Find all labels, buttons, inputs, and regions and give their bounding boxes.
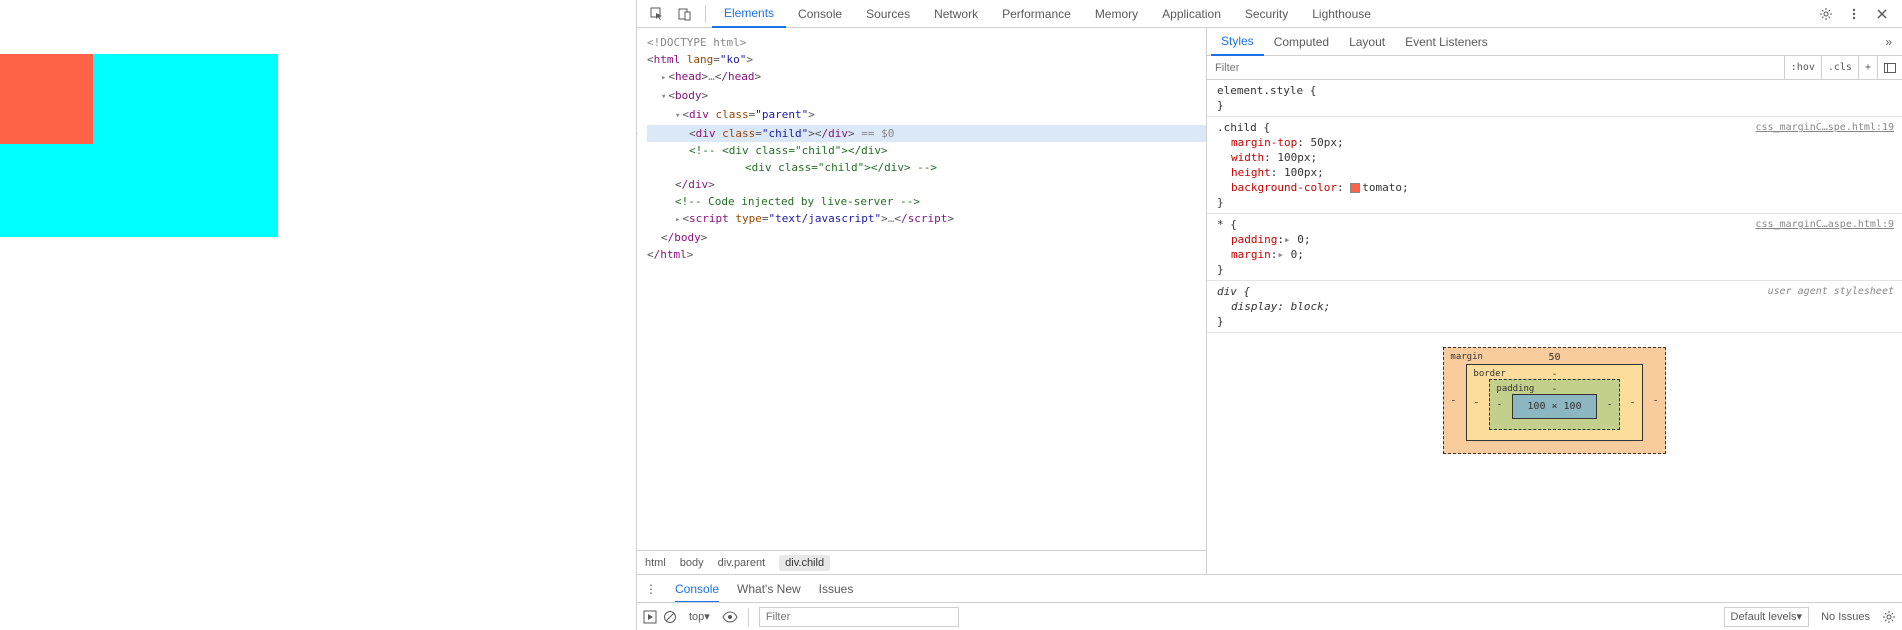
bm-margin-label: margin — [1450, 350, 1483, 365]
crumb-html[interactable]: html — [645, 557, 666, 569]
html-open[interactable]: <html lang="ko"> — [647, 51, 1206, 68]
child-line-selected[interactable]: <div class="child"></div> == $0 — [647, 125, 1206, 142]
body-open[interactable]: <body> — [647, 87, 1206, 106]
tab-memory[interactable]: Memory — [1083, 0, 1150, 28]
kebab-icon[interactable] — [1844, 4, 1864, 24]
bm-padding-top: - — [1551, 382, 1557, 397]
styles-pane: Styles Computed Layout Event Listeners »… — [1207, 28, 1902, 574]
head-line[interactable]: <head>…</head> — [647, 68, 1206, 87]
tab-layout[interactable]: Layout — [1339, 28, 1395, 56]
log-levels-select[interactable]: Default levels ▾ — [1724, 607, 1810, 627]
console-toolbar: top ▾ Default levels ▾ No Issues — [637, 602, 1902, 630]
issues-button[interactable]: No Issues — [1815, 607, 1876, 627]
parent-close[interactable]: </div> — [647, 176, 1206, 193]
drawer-tab-console[interactable]: Console — [675, 582, 719, 603]
tab-console[interactable]: Console — [786, 0, 854, 28]
add-rule-icon[interactable]: + — [1858, 56, 1877, 80]
more-tabs-icon[interactable]: » — [1879, 35, 1898, 49]
separator — [705, 5, 706, 23]
rule-div-ua[interactable]: div {user agent stylesheet display: bloc… — [1207, 281, 1902, 333]
context-select[interactable]: top ▾ — [683, 607, 716, 627]
bm-border-right: - — [1630, 395, 1636, 410]
bm-padding-left: - — [1496, 397, 1502, 412]
eye-icon[interactable] — [722, 611, 738, 623]
tab-security[interactable]: Security — [1233, 0, 1300, 28]
bm-padding-right: - — [1607, 397, 1613, 412]
tab-performance[interactable]: Performance — [990, 0, 1083, 28]
script-line[interactable]: <script type="text/javascript">…</script… — [647, 210, 1206, 229]
comment-line-2[interactable]: <div class="child"></div> --> — [647, 159, 1206, 176]
page-viewport — [0, 0, 636, 630]
rule-star[interactable]: * {css_marginC…aspe.html:9 padding:▸ 0; … — [1207, 214, 1902, 281]
tab-application[interactable]: Application — [1150, 0, 1233, 28]
doctype-line[interactable]: <!DOCTYPE html> — [647, 34, 1206, 51]
comment-line-1[interactable]: <!-- <div class="child"></div> — [647, 142, 1206, 159]
comment-live-server[interactable]: <!-- Code injected by live-server --> — [647, 193, 1206, 210]
bm-margin-right: - — [1653, 393, 1659, 408]
drawer-tab-whatsnew[interactable]: What's New — [737, 582, 801, 596]
child-div — [0, 54, 93, 144]
console-drawer-tabs: ⋮ Console What's New Issues — [637, 574, 1902, 602]
box-model: margin 50 - - border - - - — [1207, 333, 1902, 454]
crumb-child[interactable]: div.child — [779, 555, 830, 571]
separator — [748, 608, 749, 626]
parent-div — [0, 54, 278, 237]
html-close[interactable]: </html> — [647, 246, 1206, 263]
bm-content: 100 × 100 — [1512, 394, 1596, 419]
cls-toggle[interactable]: .cls — [1821, 56, 1858, 80]
crumb-body[interactable]: body — [680, 557, 704, 569]
inspect-icon[interactable] — [647, 4, 667, 24]
crumb-parent[interactable]: div.parent — [718, 557, 766, 569]
console-gear-icon[interactable] — [1882, 610, 1896, 624]
elements-pane: <!DOCTYPE html> <html lang="ko"> <head>…… — [637, 28, 1207, 574]
dom-tree[interactable]: <!DOCTYPE html> <html lang="ko"> <head>…… — [637, 28, 1206, 550]
tab-elements[interactable]: Elements — [712, 0, 786, 28]
drawer-tab-issues[interactable]: Issues — [819, 582, 854, 596]
tab-computed[interactable]: Computed — [1264, 28, 1339, 56]
tab-styles[interactable]: Styles — [1211, 28, 1264, 56]
tab-sources[interactable]: Sources — [854, 0, 922, 28]
devtools-panel: Elements Console Sources Network Perform… — [636, 0, 1902, 630]
bm-margin-top: 50 — [1548, 350, 1560, 365]
style-rules: element.style { } .child {css_marginC…sp… — [1207, 80, 1902, 574]
body-close[interactable]: </body> — [647, 229, 1206, 246]
console-clear-icon[interactable] — [663, 610, 677, 624]
rule-child[interactable]: .child {css_marginC…spe.html:19 margin-t… — [1207, 117, 1902, 214]
styles-filter-bar: :hov .cls + — [1207, 56, 1902, 80]
gear-icon[interactable] — [1816, 4, 1836, 24]
tab-listeners[interactable]: Event Listeners — [1395, 28, 1498, 56]
drawer-kebab-icon[interactable]: ⋮ — [645, 582, 657, 596]
bm-margin-left: - — [1450, 393, 1456, 408]
color-swatch[interactable] — [1350, 183, 1360, 193]
hov-toggle[interactable]: :hov — [1784, 56, 1821, 80]
tab-lighthouse[interactable]: Lighthouse — [1300, 0, 1383, 28]
devtools-tabbar: Elements Console Sources Network Perform… — [637, 0, 1902, 28]
styles-filter-input[interactable] — [1207, 56, 1784, 79]
device-icon[interactable] — [675, 4, 695, 24]
tab-network[interactable]: Network — [922, 0, 990, 28]
parent-open[interactable]: <div class="parent"> — [647, 106, 1206, 125]
console-filter-input[interactable] — [759, 607, 959, 627]
bm-border-left: - — [1473, 395, 1479, 410]
close-icon[interactable] — [1872, 4, 1892, 24]
rule-element-style[interactable]: element.style { } — [1207, 80, 1902, 117]
styles-tabbar: Styles Computed Layout Event Listeners » — [1207, 28, 1902, 56]
bm-padding-label: padding — [1496, 382, 1534, 397]
layout-pane-icon[interactable] — [1877, 56, 1902, 80]
breadcrumb: html body div.parent div.child — [637, 550, 1206, 574]
console-play-icon[interactable] — [643, 610, 657, 624]
